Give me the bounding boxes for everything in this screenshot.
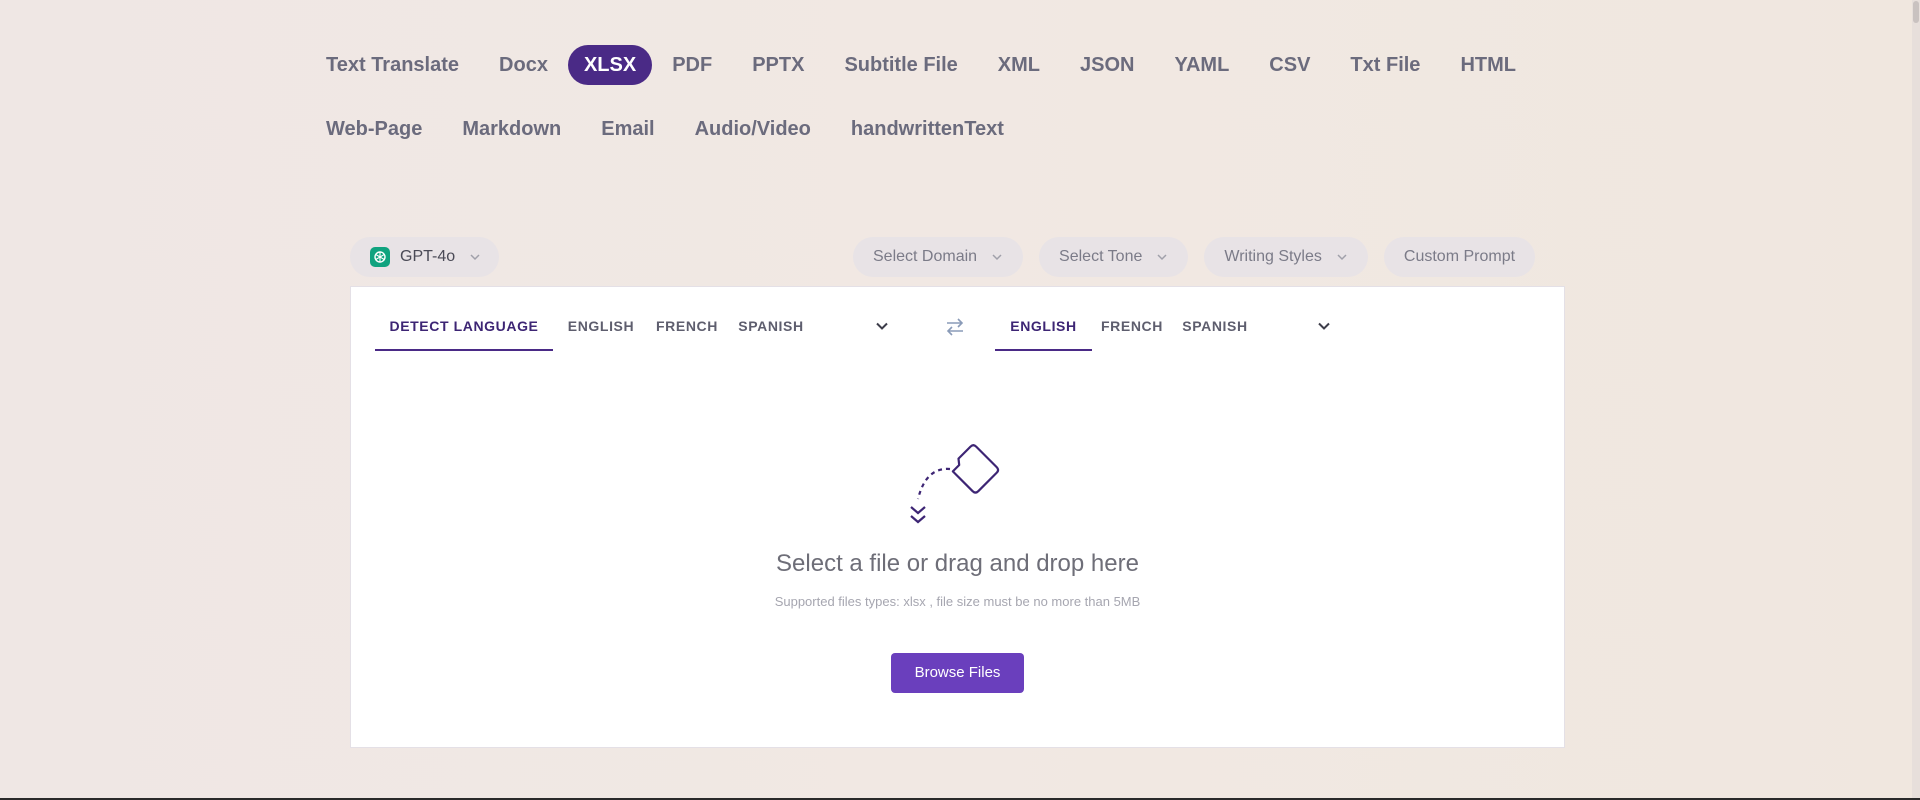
select-tone-dropdown[interactable]: Select Tone (1039, 237, 1189, 277)
options-toolbar: Select Domain Select Tone Writing Styles… (853, 237, 1536, 277)
source-lang-spanish[interactable]: SPANISH (729, 287, 813, 351)
tab-pdf[interactable]: PDF (652, 45, 732, 85)
browse-files-button[interactable]: Browse Files (891, 653, 1024, 693)
select-domain-label: Select Domain (873, 248, 978, 265)
chevron-down-icon (1337, 254, 1347, 261)
target-lang-more-icon[interactable] (1317, 319, 1331, 333)
file-drop-icon (910, 444, 1000, 524)
tab-web-page[interactable]: Web-Page (312, 109, 442, 149)
select-domain-dropdown[interactable]: Select Domain (853, 237, 1024, 277)
tab-row-2: Web-Page Markdown Email Audio/Video hand… (312, 109, 1572, 149)
swap-languages-icon[interactable] (943, 316, 967, 338)
openai-logo-icon (370, 247, 390, 267)
tab-yaml[interactable]: YAML (1154, 45, 1249, 85)
drop-zone-subtitle: Supported files types: xlsx , file size … (774, 594, 1141, 609)
tab-audio-video[interactable]: Audio/Video (675, 109, 831, 149)
target-lang-french[interactable]: FRENCH (1094, 287, 1170, 351)
custom-prompt-button[interactable]: Custom Prompt (1383, 237, 1536, 277)
tab-row-1: Text Translate Docx XLSX PDF PPTX Subtit… (312, 45, 1572, 85)
model-toolbar: GPT-4o (350, 237, 500, 277)
target-lang-english[interactable]: ENGLISH (995, 287, 1092, 351)
custom-prompt-label: Custom Prompt (1403, 248, 1516, 265)
chevron-down-icon (992, 254, 1002, 261)
tab-docx[interactable]: Docx (479, 45, 568, 85)
tab-txt-file[interactable]: Txt File (1330, 45, 1440, 85)
source-lang-more-icon[interactable] (875, 319, 889, 333)
page-scrollbar[interactable] (1912, 0, 1920, 800)
tab-markdown[interactable]: Markdown (442, 109, 581, 149)
tab-xlsx[interactable]: XLSX (567, 45, 653, 85)
tab-html[interactable]: HTML (1440, 45, 1536, 85)
chevron-down-icon (1157, 254, 1167, 261)
tab-text-translate[interactable]: Text Translate (312, 45, 479, 85)
source-lang-english[interactable]: ENGLISH (555, 287, 647, 351)
model-label: GPT-4o (400, 248, 456, 265)
writing-styles-label: Writing Styles (1224, 248, 1322, 265)
model-select[interactable]: GPT-4o (350, 237, 500, 277)
drop-zone-title: Select a file or drag and drop here (776, 550, 1139, 577)
chevron-down-icon (470, 254, 480, 261)
tab-email[interactable]: Email (581, 109, 674, 149)
select-tone-label: Select Tone (1059, 248, 1143, 265)
tab-pptx[interactable]: PPTX (732, 45, 824, 85)
target-lang-spanish[interactable]: SPANISH (1173, 287, 1257, 351)
tab-json[interactable]: JSON (1060, 45, 1154, 85)
language-bar: DETECT LANGUAGE ENGLISH FRENCH SPANISH E… (351, 287, 1564, 353)
tab-csv[interactable]: CSV (1249, 45, 1330, 85)
page: Text Translate Docx XLSX PDF PPTX Subtit… (0, 0, 1920, 800)
tab-subtitle-file[interactable]: Subtitle File (824, 45, 977, 85)
tab-handwritten-text[interactable]: handwrittenText (831, 109, 1024, 149)
scrollbar-thumb[interactable] (1913, 1, 1919, 23)
source-lang-french[interactable]: FRENCH (649, 287, 725, 351)
file-type-tabs: Text Translate Docx XLSX PDF PPTX Subtit… (312, 45, 1572, 173)
source-lang-detect[interactable]: DETECT LANGUAGE (375, 287, 553, 351)
upload-card: DETECT LANGUAGE ENGLISH FRENCH SPANISH E… (350, 286, 1565, 748)
tab-xml[interactable]: XML (978, 45, 1060, 85)
writing-styles-dropdown[interactable]: Writing Styles (1204, 237, 1368, 277)
